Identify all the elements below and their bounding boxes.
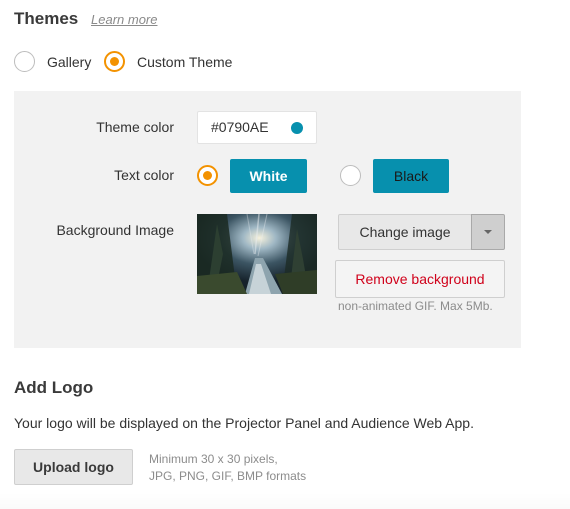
radio-selected-dot: [110, 57, 119, 66]
custom-theme-radio-label[interactable]: Custom Theme: [137, 54, 232, 70]
caret-down-icon: [484, 230, 492, 234]
learn-more-link[interactable]: Learn more: [91, 12, 157, 27]
text-color-label: Text color: [114, 167, 174, 183]
change-image-button[interactable]: Change image: [338, 214, 472, 250]
logo-requirements: Minimum 30 x 30 pixels, JPG, PNG, GIF, B…: [149, 451, 306, 485]
background-image-hint: non-animated GIF. Max 5Mb.: [338, 299, 493, 313]
bottom-edge: [0, 493, 570, 509]
background-image-thumbnail: [197, 214, 317, 294]
themes-settings-page: Themes Learn more Gallery Custom Theme T…: [0, 0, 570, 509]
color-swatch-icon[interactable]: [291, 122, 303, 134]
gallery-radio-label[interactable]: Gallery: [47, 54, 91, 70]
logo-requirements-formats: JPG, PNG, GIF, BMP formats: [149, 469, 307, 483]
logo-description: Your logo will be displayed on the Proje…: [14, 415, 474, 431]
text-color-black-button[interactable]: Black: [373, 159, 449, 193]
remove-background-button[interactable]: Remove background: [335, 260, 505, 298]
text-color-white-radio[interactable]: [197, 165, 218, 186]
theme-color-input[interactable]: #0790AE: [197, 111, 317, 144]
upload-logo-button[interactable]: Upload logo: [14, 449, 133, 485]
forest-road-image: [197, 214, 317, 294]
custom-theme-radio[interactable]: [104, 51, 125, 72]
change-image-dropdown-toggle[interactable]: [471, 214, 505, 250]
text-color-white-button[interactable]: White: [230, 159, 307, 193]
logo-requirements-size: Minimum 30 x 30 pixels,: [149, 452, 278, 466]
gallery-radio[interactable]: [14, 51, 35, 72]
themes-heading: Themes: [14, 9, 79, 28]
background-image-label: Background Image: [56, 222, 174, 238]
add-logo-heading: Add Logo: [14, 378, 94, 397]
text-color-black-radio[interactable]: [340, 165, 361, 186]
radio-selected-dot: [203, 171, 212, 180]
theme-color-label: Theme color: [96, 119, 174, 135]
theme-color-value: #0790AE: [211, 119, 269, 135]
